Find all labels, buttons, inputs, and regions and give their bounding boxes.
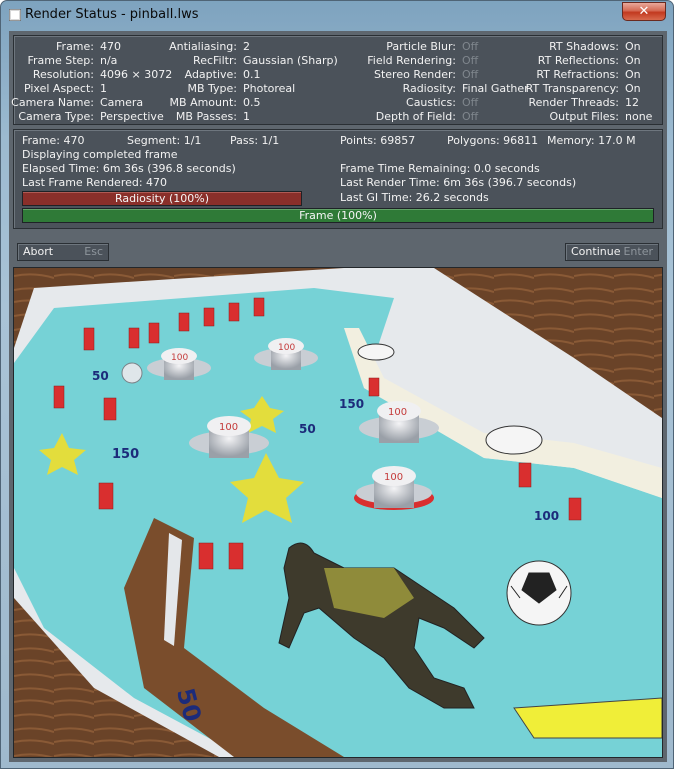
rt-reflections-label: RT Reflections: bbox=[537, 54, 619, 67]
render-progress-panel: Frame: 470 Segment: 1/1 Pass: 1/1 Points… bbox=[13, 129, 663, 229]
window-frame: Render Status - pinball.lws ✕ Frame: 470… bbox=[0, 0, 674, 769]
status-memory: Memory: 17.0 M bbox=[547, 134, 636, 147]
camera-name-label: Camera Name: bbox=[11, 96, 94, 109]
frame-progress-bar: Frame (100%) bbox=[22, 208, 654, 223]
status-pass: Pass: 1/1 bbox=[230, 134, 280, 147]
frame-progress-label: Frame (100%) bbox=[299, 209, 377, 222]
stereo-render-label: Stereo Render: bbox=[373, 68, 456, 81]
status-points: Points: 69857 bbox=[340, 134, 416, 147]
stereo-render-value: Off bbox=[462, 68, 479, 81]
recfiltr-value: Gaussian (Sharp) bbox=[243, 54, 338, 67]
antialiasing-value: 2 bbox=[243, 40, 250, 53]
rt-reflections-value: On bbox=[625, 54, 641, 67]
mb-passes-value: 1 bbox=[243, 110, 250, 123]
particle-blur-value: Off bbox=[462, 40, 479, 53]
rt-transparency-label: RT Transparency: bbox=[525, 82, 619, 95]
mb-type-value: Photoreal bbox=[243, 82, 296, 95]
status-segment: Segment: 1/1 bbox=[127, 134, 202, 147]
depth-of-field-label: Depth of Field: bbox=[375, 110, 456, 123]
mb-amount-label: MB Amount: bbox=[169, 96, 237, 109]
abort-shortcut: Esc bbox=[84, 245, 103, 258]
rt-shadows-label: RT Shadows: bbox=[549, 40, 619, 53]
render-threads-value: 12 bbox=[625, 96, 639, 109]
continue-button-label: Continue bbox=[571, 245, 621, 258]
client-area: Frame: 470 Frame Step: n/a Resolution: 4… bbox=[9, 31, 667, 762]
window-title: Render Status - pinball.lws bbox=[25, 7, 199, 22]
app-icon bbox=[9, 9, 21, 21]
rt-refractions-label: RT Refractions: bbox=[536, 68, 619, 81]
abort-button-label: Abort bbox=[23, 245, 54, 258]
render-threads-label: Render Threads: bbox=[528, 96, 619, 109]
last-render-time: Last Render Time: 6m 36s (396.7 seconds) bbox=[340, 176, 577, 189]
frame-step-label: Frame Step: bbox=[27, 54, 94, 67]
bumper-label-3: 100 bbox=[219, 422, 238, 433]
football-decal-right bbox=[485, 425, 543, 455]
elapsed-time: Elapsed Time: 6m 36s (396.8 seconds) bbox=[22, 162, 236, 175]
status-frame: Frame: 470 bbox=[22, 134, 85, 147]
output-files-label: Output Files: bbox=[549, 110, 619, 123]
mb-type-label: MB Type: bbox=[187, 82, 237, 95]
bumper-label-2: 100 bbox=[278, 343, 295, 353]
render-settings-panel: Frame: 470 Frame Step: n/a Resolution: 4… bbox=[11, 35, 663, 125]
depth-of-field-value: Off bbox=[462, 110, 479, 123]
mb-passes-label: MB Passes: bbox=[175, 110, 237, 123]
radiosity-progress-label: Radiosity (100%) bbox=[114, 192, 210, 205]
pinball-ball bbox=[121, 362, 143, 384]
particle-blur-label: Particle Blur: bbox=[386, 40, 456, 53]
adaptive-label: Adaptive: bbox=[184, 68, 237, 81]
last-gi-time: Last GI Time: 26.2 seconds bbox=[340, 191, 489, 204]
status-message: Displaying completed frame bbox=[22, 148, 178, 161]
camera-type-value: Perspective bbox=[100, 110, 164, 123]
abort-button[interactable]: Abort Esc bbox=[17, 243, 109, 261]
caustics-value: Off bbox=[462, 96, 479, 109]
close-icon: ✕ bbox=[638, 4, 650, 19]
target-label-3: 150 bbox=[339, 397, 364, 411]
radiosity-value: Final Gather bbox=[462, 82, 529, 95]
status-polygons: Polygons: 96811 bbox=[447, 134, 539, 147]
target-label-1: 50 bbox=[92, 369, 109, 383]
field-rendering-label: Field Rendering: bbox=[367, 54, 456, 67]
close-button[interactable]: ✕ bbox=[622, 2, 666, 21]
mb-amount-value: 0.5 bbox=[243, 96, 261, 109]
frame-time-remaining: Frame Time Remaining: 0.0 seconds bbox=[340, 162, 540, 175]
camera-name-value: Camera bbox=[100, 96, 144, 109]
title-bar[interactable]: Render Status - pinball.lws ✕ bbox=[1, 1, 674, 29]
rt-shadows-value: On bbox=[625, 40, 641, 53]
radiosity-label: Radiosity: bbox=[402, 82, 456, 95]
target-label-2: 150 bbox=[112, 447, 139, 462]
target-label-5: 100 bbox=[534, 509, 559, 523]
continue-button[interactable]: Continue Enter bbox=[565, 243, 659, 261]
output-files-value: none bbox=[625, 110, 653, 123]
bumper-label-4: 100 bbox=[388, 407, 407, 418]
field-rendering-value: Off bbox=[462, 54, 479, 67]
resolution-label: Resolution: bbox=[32, 68, 94, 81]
pixel-aspect-value: 1 bbox=[100, 82, 107, 95]
radiosity-progress-bar: Radiosity (100%) bbox=[22, 191, 302, 206]
frame-step-value: n/a bbox=[100, 54, 118, 67]
adaptive-value: 0.1 bbox=[243, 68, 261, 81]
rt-refractions-value: On bbox=[625, 68, 641, 81]
camera-type-label: Camera Type: bbox=[18, 110, 94, 123]
frame-label: Frame: bbox=[56, 40, 94, 53]
frame-value: 470 bbox=[100, 40, 121, 53]
antialiasing-label: Antialiasing: bbox=[169, 40, 237, 53]
target-label-4: 50 bbox=[299, 422, 316, 436]
rt-transparency-value: On bbox=[625, 82, 641, 95]
caustics-label: Caustics: bbox=[406, 96, 456, 109]
resolution-value: 4096 × 3072 bbox=[100, 68, 173, 81]
rendered-image: 100 100 100 100 100 50 150 150 50 100 50 bbox=[14, 268, 662, 757]
football-decal-top bbox=[357, 343, 395, 361]
continue-shortcut: Enter bbox=[623, 245, 653, 258]
bumper-label-1: 100 bbox=[171, 353, 188, 363]
recfiltr-label: RecFiltr: bbox=[193, 54, 237, 67]
last-frame-rendered: Last Frame Rendered: 470 bbox=[22, 176, 168, 189]
pixel-aspect-label: Pixel Aspect: bbox=[23, 82, 94, 95]
bumper-label-5: 100 bbox=[384, 472, 403, 483]
render-viewport[interactable]: 100 100 100 100 100 50 150 150 50 100 50 bbox=[13, 267, 663, 758]
